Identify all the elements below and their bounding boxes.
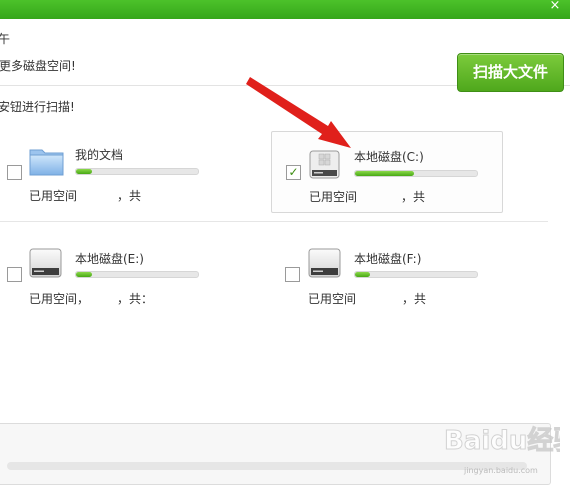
hard-drive-icon bbox=[308, 247, 342, 282]
usage-bar-fill bbox=[355, 272, 370, 277]
drive-card-e[interactable]: 本地磁盘(E:) 已用空间， ，共： bbox=[0, 235, 230, 315]
drive-checkbox[interactable] bbox=[7, 267, 22, 282]
total-space-label: ，共 bbox=[117, 189, 142, 203]
usage-bar bbox=[75, 168, 199, 175]
drive-name: 本地磁盘(C:) bbox=[354, 150, 424, 164]
close-button[interactable]: × bbox=[548, 0, 562, 14]
usage-bar bbox=[354, 170, 478, 177]
drive-card-c[interactable]: ✓ 本地磁盘(C:) 已用空间 ，共 bbox=[271, 131, 503, 213]
title-bar: × bbox=[0, 0, 570, 19]
used-space-label: 已用空间， bbox=[29, 292, 90, 306]
drive-name: 本地磁盘(E:) bbox=[75, 252, 144, 266]
usage-bar-fill bbox=[76, 169, 92, 174]
total-space-label: ，共： bbox=[117, 292, 154, 306]
drive-card-f[interactable]: 本地磁盘(F:) 已用空间 ，共 bbox=[278, 235, 508, 315]
watermark-url: jingyan.baidu.com bbox=[464, 466, 538, 475]
windows-drive-icon bbox=[309, 149, 341, 184]
drive-checkbox[interactable]: ✓ bbox=[286, 165, 301, 180]
usage-bar-fill bbox=[76, 272, 92, 277]
total-space-label: ，共 bbox=[402, 292, 427, 306]
total-space-label: ，共 bbox=[401, 190, 426, 204]
header-title: 午 bbox=[0, 32, 11, 46]
drive-name: 本地磁盘(F:) bbox=[354, 252, 422, 266]
drive-name: 我的文档 bbox=[75, 148, 124, 162]
scan-instruction: 安钮进行扫描! bbox=[0, 100, 75, 114]
used-space-label: 已用空间 bbox=[29, 189, 78, 203]
folder-icon bbox=[29, 146, 65, 179]
header-subtitle: 更多磁盘空间! bbox=[0, 59, 76, 73]
watermark-logo-text: Baidu经验 bbox=[444, 425, 560, 456]
header-area: 午 更多磁盘空间! 扫描大文件 bbox=[0, 19, 570, 92]
hard-drive-icon bbox=[29, 247, 63, 282]
row-divider bbox=[0, 221, 548, 222]
usage-bar bbox=[75, 271, 199, 278]
used-space-label: 已用空间 bbox=[308, 292, 357, 306]
scan-big-files-button[interactable]: 扫描大文件 bbox=[457, 53, 564, 92]
usage-bar bbox=[354, 271, 478, 278]
drive-checkbox[interactable] bbox=[285, 267, 300, 282]
used-space-label: 已用空间 bbox=[309, 190, 358, 204]
usage-bar-fill bbox=[355, 171, 414, 176]
drive-checkbox[interactable] bbox=[7, 165, 22, 180]
drive-card-my-documents[interactable]: 我的文档 已用空间 ，共 bbox=[0, 135, 230, 215]
baidu-watermark-logo: Baidu经验 bbox=[444, 425, 561, 457]
